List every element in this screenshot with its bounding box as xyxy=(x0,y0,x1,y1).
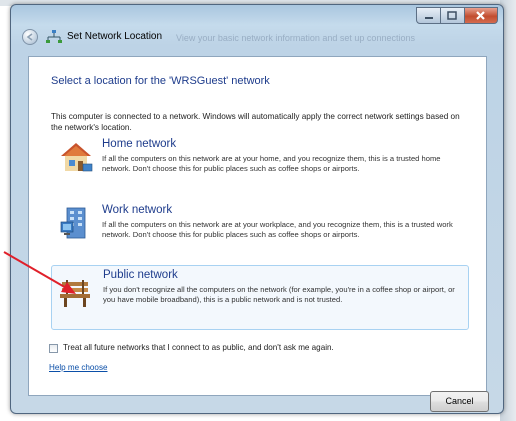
work-network-icon xyxy=(60,207,86,239)
dialog-heading: Select a location for the 'WRSGuest' net… xyxy=(51,75,270,87)
minimize-button[interactable] xyxy=(416,7,441,24)
home-network-icon xyxy=(61,143,93,172)
minimize-icon xyxy=(425,17,433,19)
dialog-content: Select a location for the 'WRSGuest' net… xyxy=(28,56,487,396)
work-network-title: Work network xyxy=(102,204,173,216)
cancel-button[interactable]: Cancel xyxy=(430,391,489,412)
back-arrow-icon xyxy=(26,33,33,41)
treat-as-public-label[interactable]: Treat all future networks that I connect… xyxy=(63,343,334,352)
public-network-icon xyxy=(60,280,90,307)
close-icon xyxy=(476,11,485,20)
window-title: Set Network Location xyxy=(67,31,163,42)
home-network-title: Home network xyxy=(102,138,177,150)
public-network-option[interactable]: Public network If you don't recognize al… xyxy=(51,265,469,330)
set-network-location-window: View your basic network information and … xyxy=(10,4,504,414)
home-network-description: If all the computers on this network are… xyxy=(102,154,441,173)
intro-text: This computer is connected to a network.… xyxy=(51,112,460,132)
title-bar: Set Network Location xyxy=(11,5,503,53)
work-network-option[interactable]: Work network If all the computers on thi… xyxy=(55,204,465,260)
public-network-description: If you don't recognize all the computers… xyxy=(103,285,455,304)
back-button[interactable] xyxy=(22,29,38,45)
close-button[interactable] xyxy=(465,7,498,24)
help-me-choose-link[interactable]: Help me choose xyxy=(49,363,108,372)
home-network-option[interactable]: Home network If all the computers on thi… xyxy=(55,138,465,194)
maximize-icon xyxy=(447,11,457,20)
public-network-title: Public network xyxy=(103,269,178,281)
network-icon xyxy=(46,30,62,43)
maximize-button[interactable] xyxy=(441,7,465,24)
work-network-description: If all the computers on this network are… xyxy=(102,220,453,239)
treat-as-public-checkbox[interactable] xyxy=(49,344,58,353)
